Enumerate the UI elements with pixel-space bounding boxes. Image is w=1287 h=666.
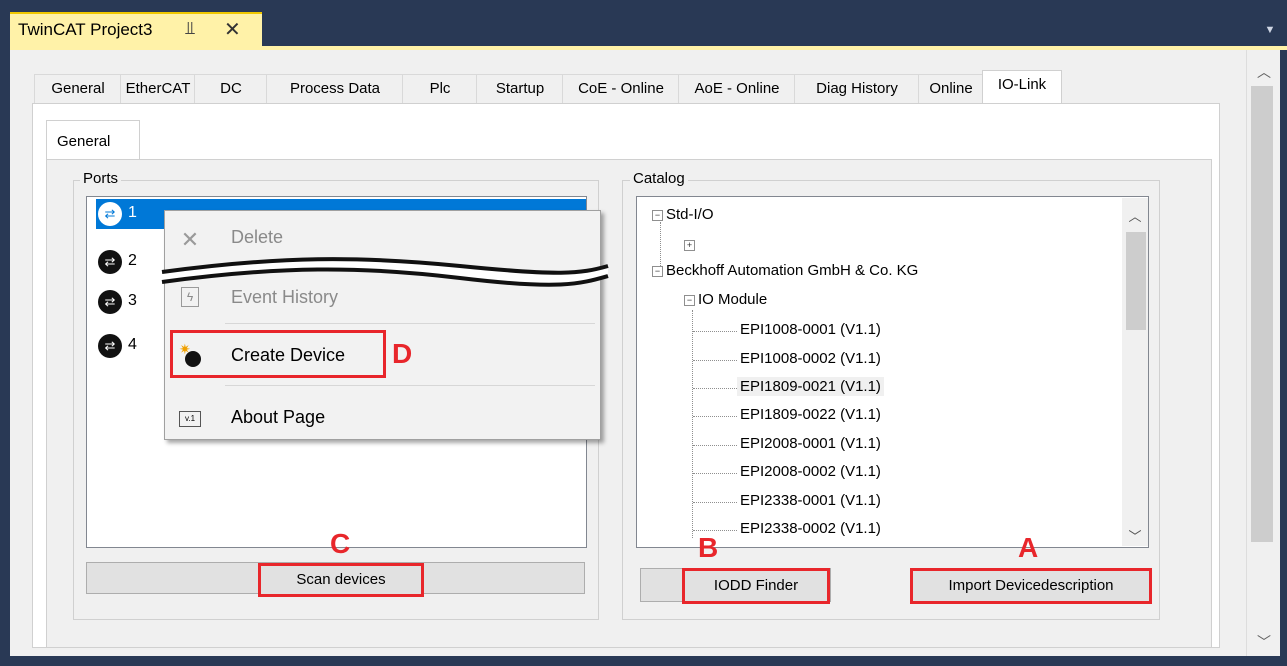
port-icon: ⇄: [98, 202, 122, 226]
context-menu: ✕ Delete ϟ Event History ✷ Create Device…: [164, 210, 601, 440]
catalog-scrollbar-thumb[interactable]: [1126, 232, 1146, 330]
tree-line: [693, 360, 737, 361]
tab-ethercat[interactable]: EtherCAT: [120, 74, 196, 103]
tree-node-collapsed[interactable]: +: [684, 236, 698, 253]
scan-devices-label[interactable]: Scan devices: [258, 563, 424, 597]
annotation-d: D: [392, 338, 413, 369]
pin-icon[interactable]: ⫫: [185, 18, 195, 39]
document-tab[interactable]: TwinCAT Project3 ⫫ ✕: [10, 12, 262, 46]
tree-node-beckhoff[interactable]: − Beckhoff Automation GmbH & Co. KG: [652, 262, 918, 279]
tree-node-std-io[interactable]: − Std-I/O: [652, 206, 714, 223]
tab-plc[interactable]: Plc: [402, 74, 478, 103]
catalog-module-item[interactable]: EPI2338-0002 (V1.1): [740, 520, 881, 537]
catalog-module-item[interactable]: EPI1809-0022 (V1.1): [740, 406, 881, 423]
scroll-up-icon[interactable]: ︿: [1247, 62, 1281, 82]
tree-line: [693, 445, 737, 446]
annotation-a: A: [1018, 532, 1039, 563]
tab-aoe-online[interactable]: AoE - Online: [678, 74, 796, 103]
tree-line: [693, 416, 737, 417]
catalog-tree[interactable]: [636, 196, 1149, 548]
port-label: 1: [128, 204, 137, 221]
menu-item-label: About Page: [231, 407, 326, 427]
import-devicedescription-button[interactable]: Import Devicedescription: [910, 568, 1152, 604]
catalog-module-item-highlighted[interactable]: EPI1809-0021 (V1.1): [737, 377, 884, 396]
tab-online[interactable]: Online: [918, 74, 984, 103]
tree-node-io-module[interactable]: − IO Module: [684, 291, 767, 308]
port-label: 3: [128, 292, 137, 309]
catalog-scroll-up-icon[interactable]: ︿: [1122, 206, 1148, 225]
menu-break-wave: [161, 257, 609, 287]
port-icon: ⇄: [98, 334, 122, 358]
collapse-icon[interactable]: −: [684, 295, 695, 306]
tab-coe-online[interactable]: CoE - Online: [562, 74, 680, 103]
scrollbar-thumb[interactable]: [1251, 86, 1273, 542]
tab-process-data[interactable]: Process Data: [266, 74, 404, 103]
tree-line: [693, 473, 737, 474]
catalog-module-item[interactable]: EPI2338-0001 (V1.1): [740, 492, 881, 509]
expand-icon[interactable]: +: [684, 240, 695, 251]
annotation-b: B: [698, 532, 719, 563]
window-bottom-border: [0, 656, 1287, 666]
create-device-highlight: [170, 330, 386, 378]
tree-line: [693, 388, 737, 389]
collapse-icon[interactable]: −: [652, 266, 663, 277]
tree-node-label: Std-I/O: [666, 206, 714, 223]
menu-item-about-page[interactable]: v.1 About Page: [165, 399, 600, 435]
annotation-c: C: [330, 528, 351, 559]
tree-node-label: Beckhoff Automation GmbH & Co. KG: [666, 262, 919, 279]
delete-x-icon: ✕: [180, 227, 200, 252]
menu-item-label: Delete: [231, 227, 284, 247]
menu-separator: [225, 385, 595, 386]
scroll-down-icon[interactable]: ﹀: [1247, 632, 1281, 652]
menu-item-delete[interactable]: ✕ Delete: [165, 219, 600, 255]
port-label: 2: [128, 252, 137, 269]
port-label: 4: [128, 336, 137, 353]
collapse-icon[interactable]: −: [652, 210, 663, 221]
catalog-group-label: Catalog: [630, 170, 688, 187]
close-icon[interactable]: ✕: [224, 17, 241, 42]
tab-startup[interactable]: Startup: [476, 74, 564, 103]
port-icon: ⇄: [98, 290, 122, 314]
port-icon: ⇄: [98, 250, 122, 274]
document-tab-title: TwinCAT Project3: [18, 20, 153, 39]
tree-line: [693, 530, 737, 531]
window-list-dropdown-icon[interactable]: ▼: [1262, 24, 1278, 40]
tab-dc[interactable]: DC: [194, 74, 268, 103]
about-page-icon: v.1: [179, 411, 201, 427]
catalog-module-item[interactable]: EPI1008-0001 (V1.1): [740, 321, 881, 338]
ports-group-label: Ports: [80, 170, 122, 187]
tree-line: [693, 502, 737, 503]
subtab-general[interactable]: General: [46, 120, 140, 160]
catalog-scroll-down-icon[interactable]: ﹀: [1122, 526, 1148, 545]
tree-line: [692, 310, 693, 538]
tree-node-label: IO Module: [698, 291, 768, 308]
catalog-module-item[interactable]: EPI2008-0002 (V1.1): [740, 463, 881, 480]
tree-line: [693, 331, 737, 332]
catalog-module-item[interactable]: EPI1008-0002 (V1.1): [740, 350, 881, 367]
tab-io-link[interactable]: IO-Link: [982, 70, 1062, 105]
iodd-finder-label[interactable]: IODD Finder: [682, 568, 830, 604]
catalog-module-item[interactable]: EPI2008-0001 (V1.1): [740, 435, 881, 452]
tab-general[interactable]: General: [34, 74, 122, 103]
menu-separator: [225, 323, 595, 324]
tab-diag-history[interactable]: Diag History: [794, 74, 920, 103]
